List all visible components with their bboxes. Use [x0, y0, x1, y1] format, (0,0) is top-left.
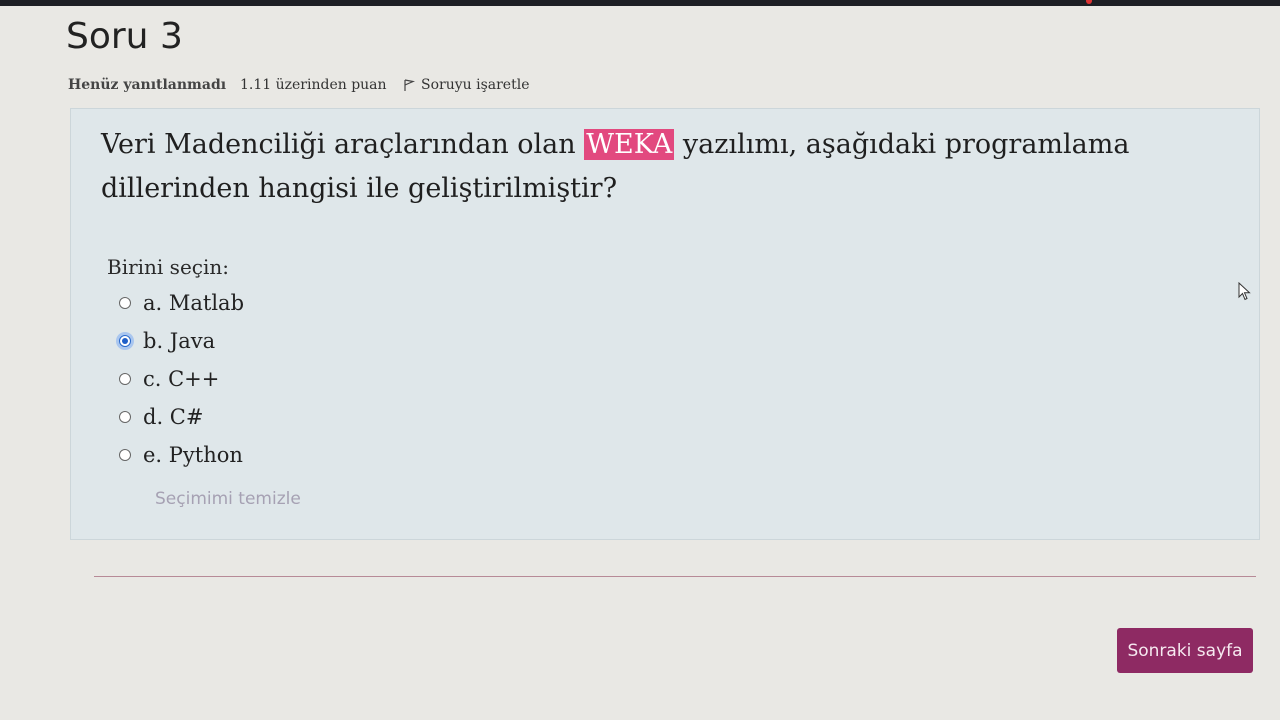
answer-option[interactable]: d. C# — [119, 405, 203, 429]
clear-choice-link[interactable]: Seçimimi temizle — [155, 489, 301, 509]
highlighted-term: WEKA — [584, 129, 675, 160]
question-grade: 1.11 üzerinden puan — [240, 77, 387, 93]
answer-option[interactable]: c. C++ — [119, 367, 219, 391]
answer-option[interactable]: b. Java — [119, 329, 215, 353]
question-text: Veri Madenciliği araçlarından olan WEKA … — [101, 123, 1241, 211]
question-title: Soru 3 — [66, 16, 183, 57]
option-label: a. Matlab — [143, 291, 245, 315]
question-box: Veri Madenciliği araçlarından olan WEKA … — [70, 108, 1260, 540]
next-page-button[interactable]: Sonraki sayfa — [1117, 628, 1253, 673]
top-bar — [0, 0, 1280, 6]
mouse-cursor-icon — [1238, 282, 1251, 301]
option-label: d. C# — [143, 405, 204, 429]
option-label: e. Python — [143, 443, 243, 467]
question-status: Henüz yanıtlanmadı — [68, 77, 227, 93]
option-label: c. C++ — [143, 367, 220, 391]
radio-button-selected[interactable] — [119, 335, 131, 347]
question-text-start: Veri Madenciliği araçlarından olan — [101, 129, 585, 160]
divider — [94, 576, 1256, 577]
answer-option[interactable]: a. Matlab — [119, 291, 244, 315]
radio-button[interactable] — [119, 449, 131, 461]
flag-question-label: Soruyu işaretle — [421, 77, 530, 93]
flag-icon — [404, 79, 416, 91]
answer-prompt: Birini seçin: — [107, 255, 230, 279]
radio-button[interactable] — [119, 411, 131, 423]
notification-dot — [1086, 0, 1092, 4]
option-label: b. Java — [143, 329, 216, 353]
answer-option[interactable]: e. Python — [119, 443, 243, 467]
radio-button[interactable] — [119, 297, 131, 309]
flag-question-link[interactable]: Soruyu işaretle — [402, 77, 529, 93]
radio-button[interactable] — [119, 373, 131, 385]
